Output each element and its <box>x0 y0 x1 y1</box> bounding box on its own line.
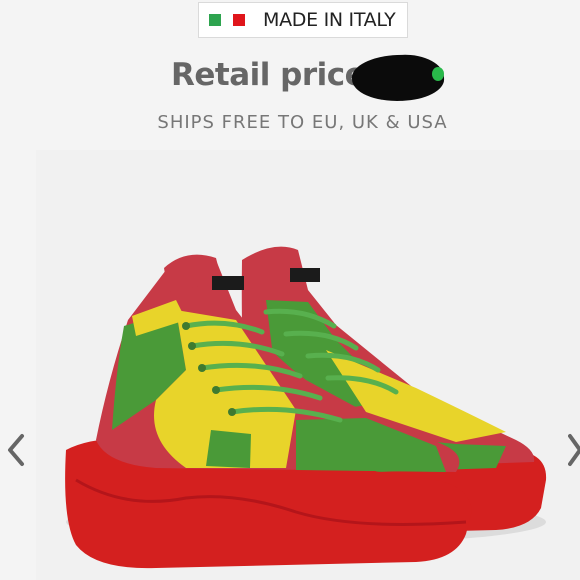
gallery-prev-button[interactable] <box>4 430 28 470</box>
product-image[interactable] <box>36 150 580 580</box>
retail-price-label: Retail price: <box>171 57 378 93</box>
front-tongue-tag <box>212 276 244 290</box>
sneaker-illustration <box>65 246 547 569</box>
chevron-left-icon <box>8 434 24 466</box>
price-redaction-dot <box>432 67 444 81</box>
made-in-italy-badge: MADE IN ITALY <box>198 2 408 38</box>
chevron-right-icon <box>568 434 580 466</box>
italy-flag-icon <box>209 14 245 26</box>
gallery-next-button[interactable] <box>568 430 580 470</box>
badge-label: MADE IN ITALY <box>263 9 396 31</box>
shipping-info: SHIPS FREE TO EU, UK & USA <box>157 112 448 133</box>
retail-price-row: Retail price: <box>0 53 580 105</box>
front-shoe-window <box>206 430 251 468</box>
price-redaction-mark <box>351 53 445 103</box>
back-tongue-tag <box>290 268 320 282</box>
